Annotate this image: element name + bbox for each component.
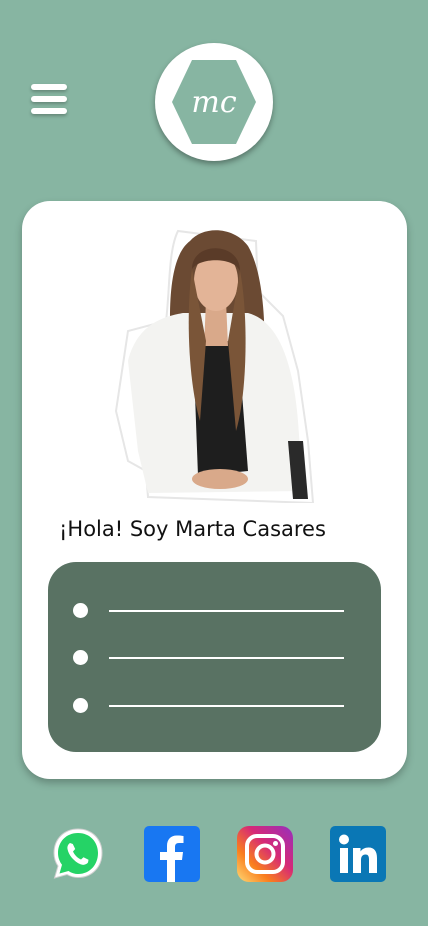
greeting-text: ¡Hola! Soy Marta Casares <box>59 517 326 541</box>
bullet-icon <box>73 650 88 665</box>
logo-text: mc <box>191 85 236 120</box>
list-item <box>73 650 344 666</box>
logo[interactable]: mc <box>155 43 273 161</box>
instagram-icon[interactable] <box>237 826 293 882</box>
bullet-icon <box>73 603 88 618</box>
linkedin-icon[interactable] <box>330 826 386 882</box>
content-list <box>48 562 381 752</box>
bullet-icon <box>73 698 88 713</box>
logo-hexagon: mc <box>172 60 256 144</box>
list-item <box>73 698 344 714</box>
profile-photo <box>114 229 315 503</box>
whatsapp-icon[interactable] <box>50 826 106 882</box>
profile-card: ¡Hola! Soy Marta Casares <box>22 201 407 779</box>
list-line <box>109 705 344 707</box>
list-line <box>109 657 344 659</box>
hamburger-menu-icon[interactable] <box>31 84 67 114</box>
facebook-icon[interactable] <box>144 826 200 882</box>
list-item <box>73 603 344 619</box>
list-line <box>109 610 344 612</box>
